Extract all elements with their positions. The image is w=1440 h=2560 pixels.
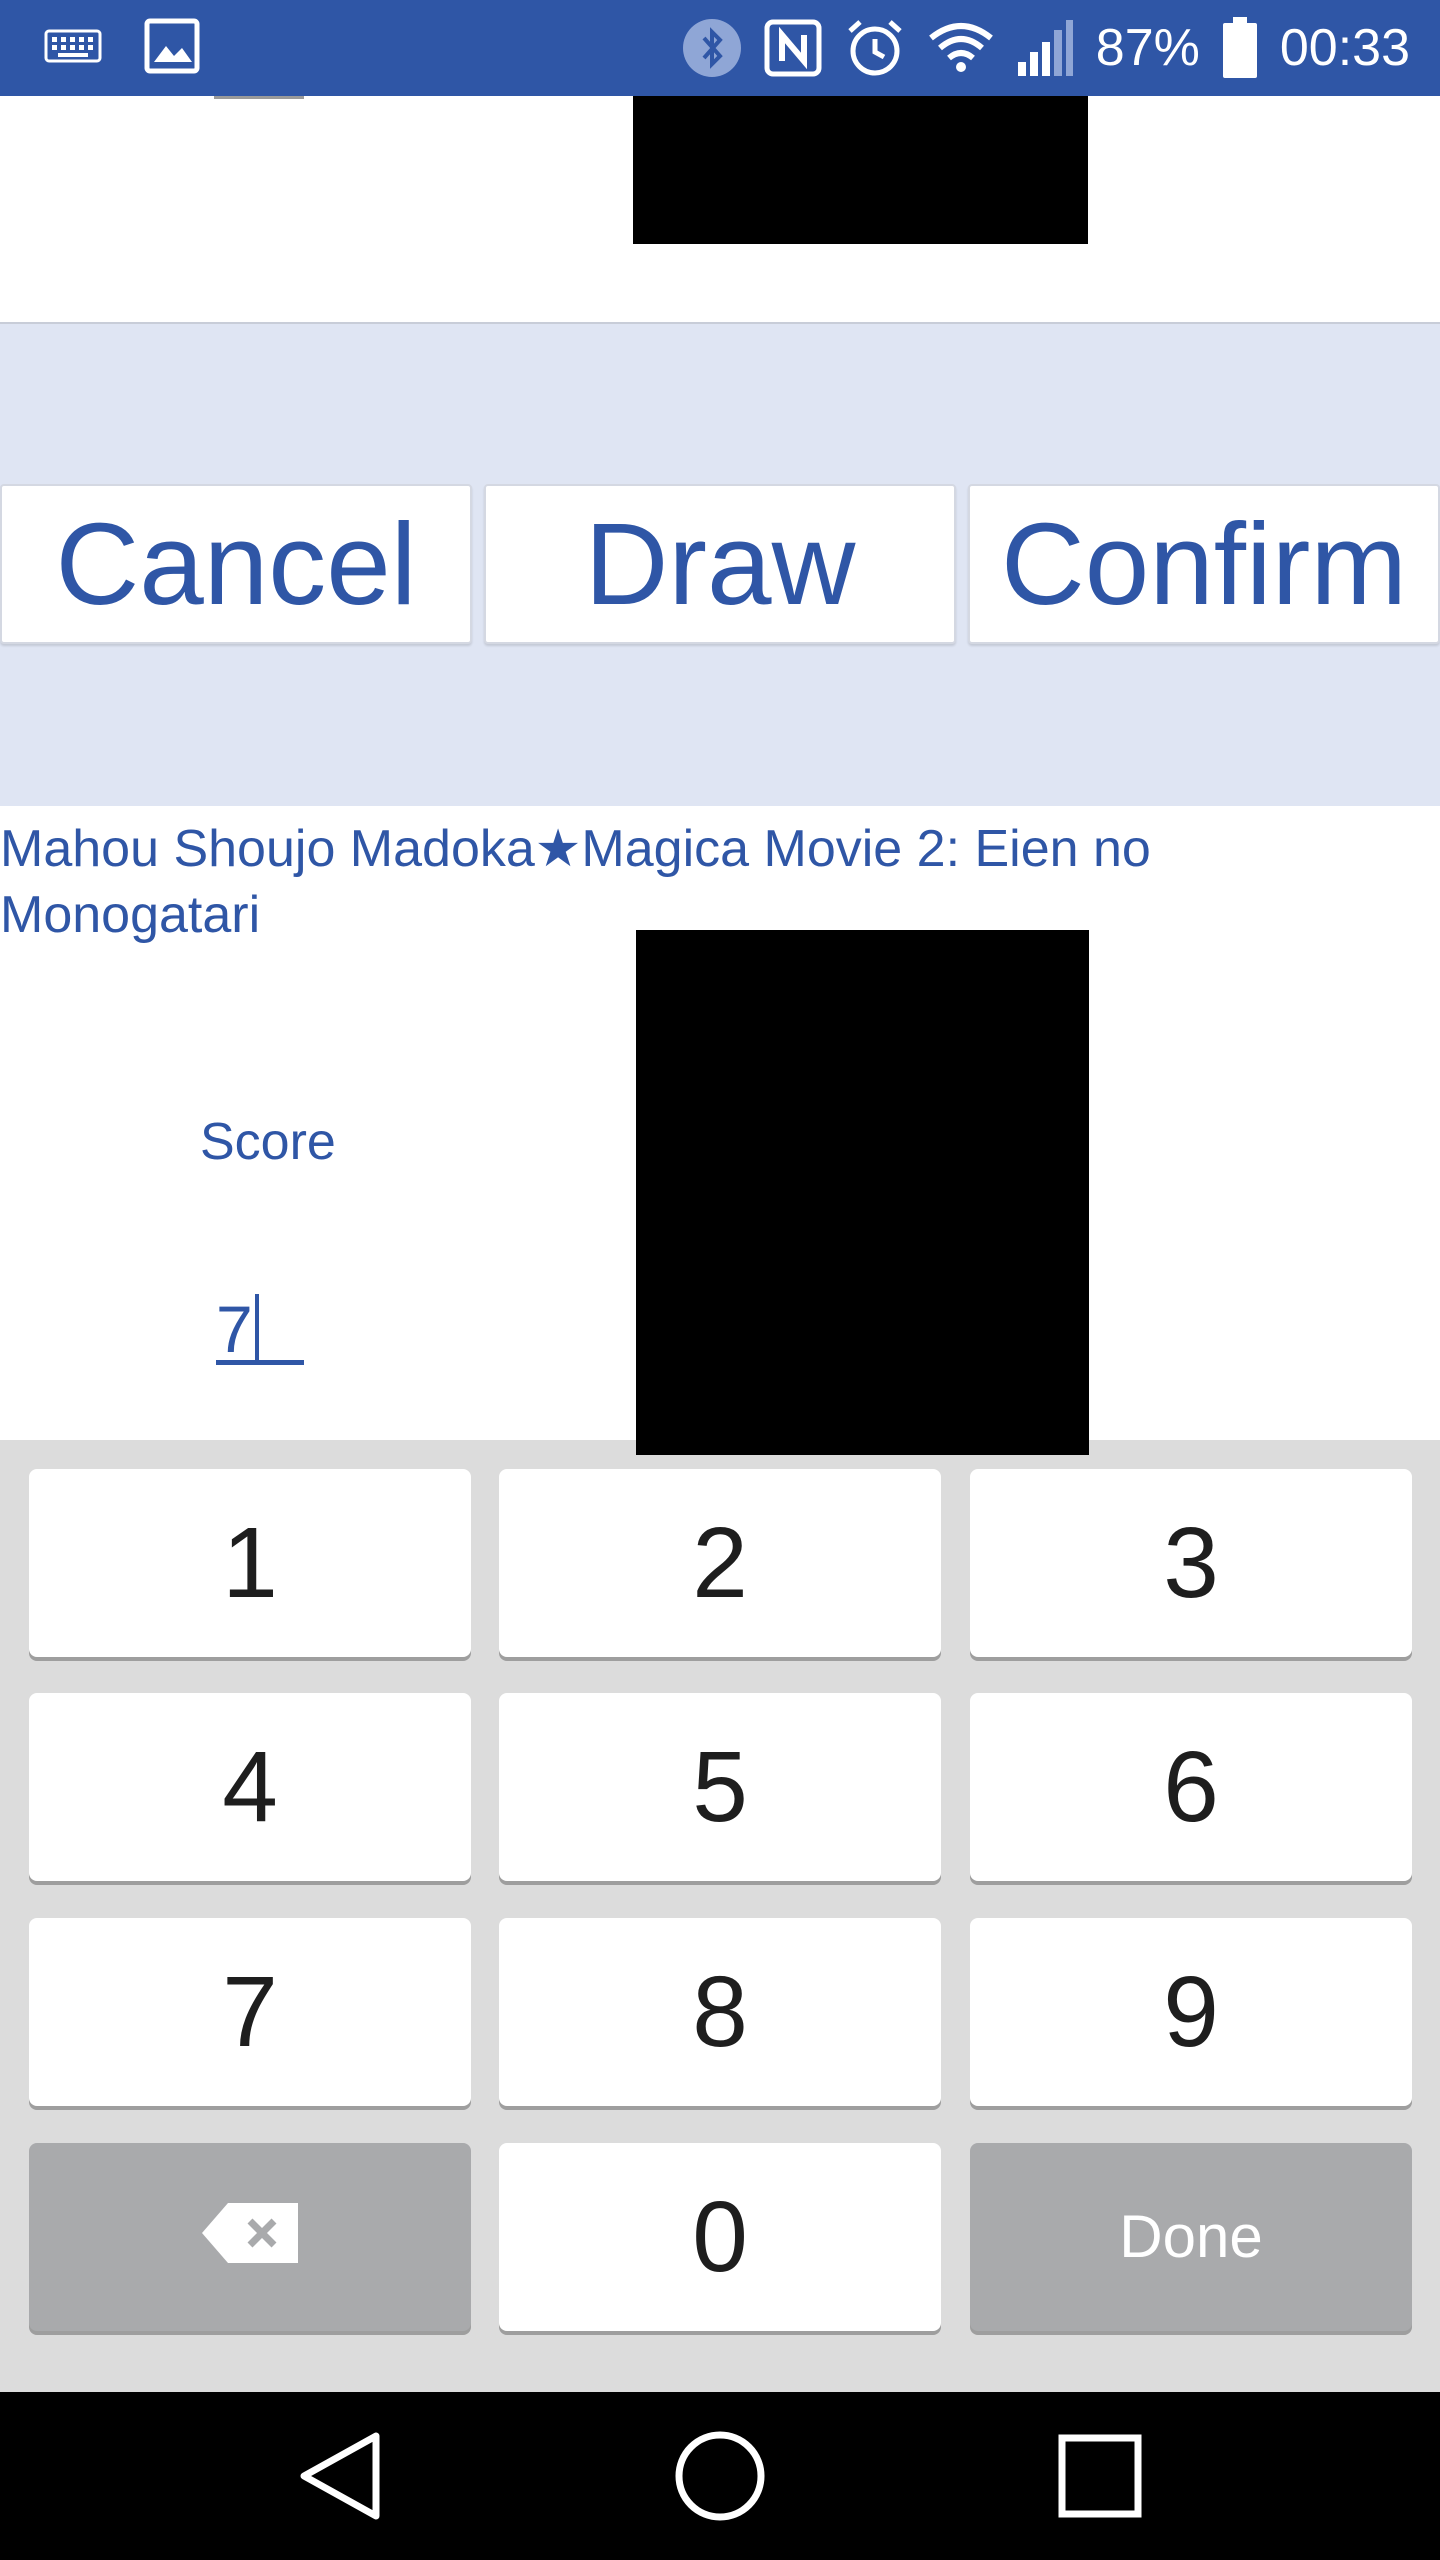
previous-entry-card (0, 96, 1440, 324)
entry-title[interactable]: Mahou Shoujo Madoka★Magica Movie 2: Eien… (0, 816, 1280, 948)
key-1[interactable]: 1 (29, 1469, 471, 1657)
navigation-bar (0, 2392, 1440, 2560)
numeric-keypad: 1 2 3 4 5 6 7 8 9 0 Done (0, 1440, 1440, 2392)
battery-icon (1222, 17, 1258, 79)
keyboard-icon (44, 29, 102, 63)
status-bar: 87% 00:33 (0, 0, 1440, 96)
cancel-button[interactable]: Cancel (0, 484, 472, 644)
battery-percent: 87% (1095, 19, 1200, 77)
clock: 00:33 (1279, 19, 1410, 77)
text-caret (254, 1294, 259, 1364)
key-3[interactable]: 3 (970, 1469, 1412, 1657)
key-5[interactable]: 5 (499, 1693, 941, 1881)
key-7[interactable]: 7 (29, 1918, 471, 2106)
key-9[interactable]: 9 (970, 1918, 1412, 2106)
home-icon[interactable] (670, 2426, 770, 2526)
score-value: 7 (216, 1292, 253, 1366)
signal-icon (1016, 18, 1074, 78)
score-label: Score (200, 1113, 336, 1171)
score-input[interactable]: 7 (216, 1294, 304, 1365)
backspace-icon (29, 2203, 471, 2263)
nfc-icon (764, 19, 822, 77)
action-button-row: Cancel Draw Confirm (0, 484, 1440, 646)
alarm-icon (844, 17, 906, 79)
image-icon (144, 18, 200, 74)
draw-button[interactable]: Draw (484, 484, 956, 644)
confirm-button[interactable]: Confirm (968, 484, 1440, 644)
entry-card: Mahou Shoujo Madoka★Magica Movie 2: Eien… (0, 806, 1440, 1455)
back-icon[interactable] (290, 2426, 390, 2526)
divider (214, 96, 304, 99)
bluetooth-icon (682, 18, 742, 78)
backspace-key[interactable] (29, 2143, 471, 2331)
key-6[interactable]: 6 (970, 1693, 1412, 1881)
recents-icon[interactable] (1050, 2426, 1150, 2526)
key-0[interactable]: 0 (499, 2143, 941, 2331)
key-2[interactable]: 2 (499, 1469, 941, 1657)
done-key[interactable]: Done (970, 2143, 1412, 2331)
cover-image (633, 96, 1088, 244)
key-8[interactable]: 8 (499, 1918, 941, 2106)
key-4[interactable]: 4 (29, 1693, 471, 1881)
cover-image (636, 930, 1089, 1455)
wifi-icon (928, 22, 994, 74)
